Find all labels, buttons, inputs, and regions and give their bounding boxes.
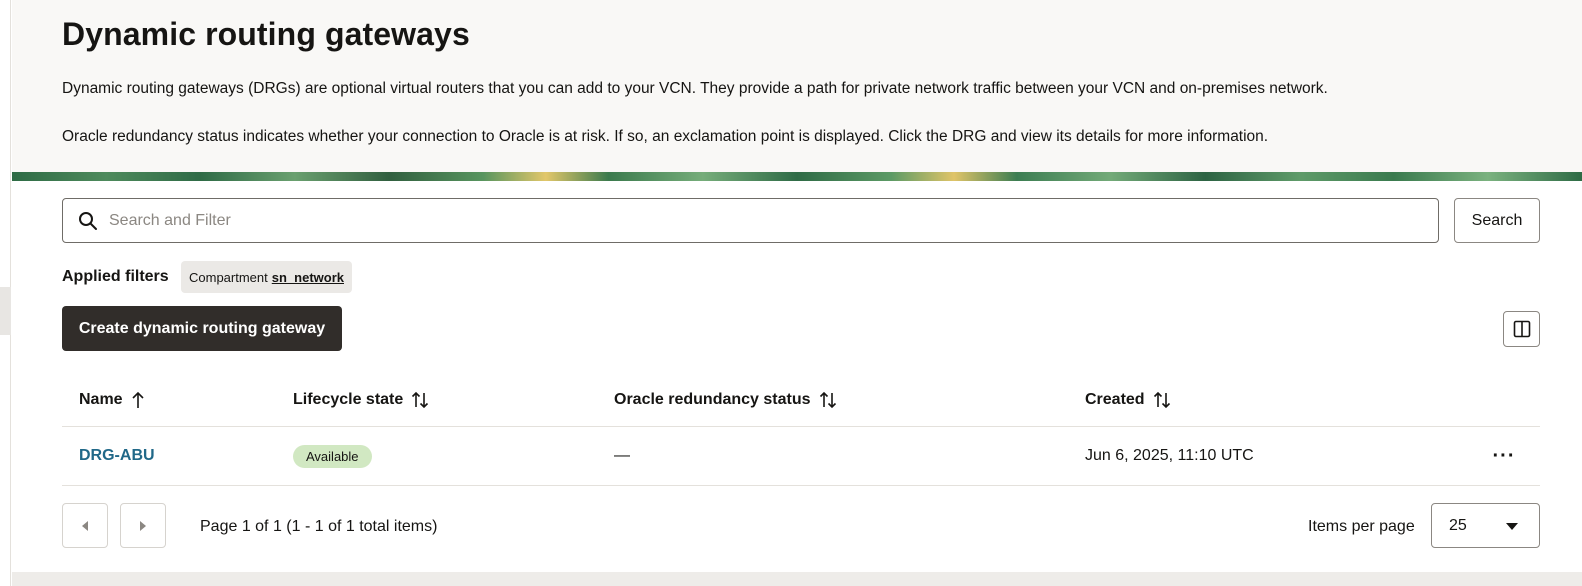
search-button[interactable]: Search (1454, 198, 1540, 243)
create-drg-button[interactable]: Create dynamic routing gateway (62, 306, 342, 351)
redundancy-status-value: — (614, 447, 630, 464)
chevron-left-icon (82, 520, 88, 531)
search-box[interactable] (62, 198, 1439, 243)
caret-down-icon (1506, 523, 1518, 530)
status-badge: Available (293, 444, 372, 468)
redundancy-description: Oracle redundancy status indicates wheth… (62, 128, 1269, 145)
search-icon (79, 212, 97, 230)
column-header-lifecycle[interactable]: Lifecycle state (293, 391, 429, 409)
next-page-button[interactable] (120, 503, 166, 548)
sort-icon[interactable] (819, 391, 837, 409)
applied-filters-label: Applied filters (62, 268, 169, 285)
previous-page-button[interactable] (62, 503, 108, 548)
chevron-right-icon (140, 520, 146, 531)
column-header-created[interactable]: Created (1085, 391, 1171, 409)
page-description: Dynamic routing gateways (DRGs) are opti… (62, 80, 1328, 97)
sort-icon[interactable] (1153, 391, 1171, 409)
redundancy-cell: — (614, 427, 630, 485)
items-per-page-select[interactable]: 25 (1431, 503, 1540, 548)
sort-icon[interactable] (411, 391, 429, 409)
filter-chip-value[interactable]: sn_network (272, 270, 344, 285)
column-header-redundancy-label: Oracle redundancy status (614, 391, 811, 408)
column-header-created-label: Created (1085, 391, 1145, 408)
drg-name-link[interactable]: DRG-ABU (79, 447, 155, 465)
sidebar-collapse-handle[interactable] (0, 287, 11, 335)
bottom-band (12, 572, 1582, 586)
decorative-banner (12, 172, 1582, 181)
manage-columns-button[interactable] (1503, 311, 1540, 347)
name-cell: DRG-ABU (79, 427, 155, 485)
created-value: Jun 6, 2025, 11:10 UTC (1085, 447, 1254, 464)
row-actions-button[interactable]: ··· (1487, 441, 1521, 471)
table-row: DRG-ABU Available — Jun 6, 2025, 11:10 U… (62, 427, 1540, 486)
page-header: Dynamic routing gateways Dynamic routing… (12, 0, 1582, 172)
lifecycle-cell: Available (293, 427, 372, 485)
column-header-name[interactable]: Name (79, 391, 145, 409)
search-input[interactable] (109, 199, 1429, 242)
created-cell: Jun 6, 2025, 11:10 UTC (1085, 427, 1254, 485)
items-per-page-value: 25 (1449, 517, 1467, 534)
column-header-name-label: Name (79, 391, 123, 408)
table-header: Name Lifecycle state Oracle redundancy s… (62, 379, 1540, 427)
column-header-redundancy[interactable]: Oracle redundancy status (614, 391, 837, 409)
filter-chip-compartment[interactable]: Compartment sn_network (181, 261, 352, 293)
main-content: Search Applied filters Compartment sn_ne… (12, 181, 1582, 572)
sort-ascending-icon[interactable] (131, 391, 145, 409)
items-per-page-label: Items per page (1308, 518, 1415, 535)
column-header-lifecycle-label: Lifecycle state (293, 391, 404, 408)
filter-chip-key: Compartment (189, 269, 268, 285)
page-title: Dynamic routing gateways (62, 16, 470, 52)
pagination-summary: Page 1 of 1 (1 - 1 of 1 total items) (200, 518, 438, 535)
columns-icon (1513, 320, 1530, 338)
left-sidebar-strip (0, 0, 11, 586)
